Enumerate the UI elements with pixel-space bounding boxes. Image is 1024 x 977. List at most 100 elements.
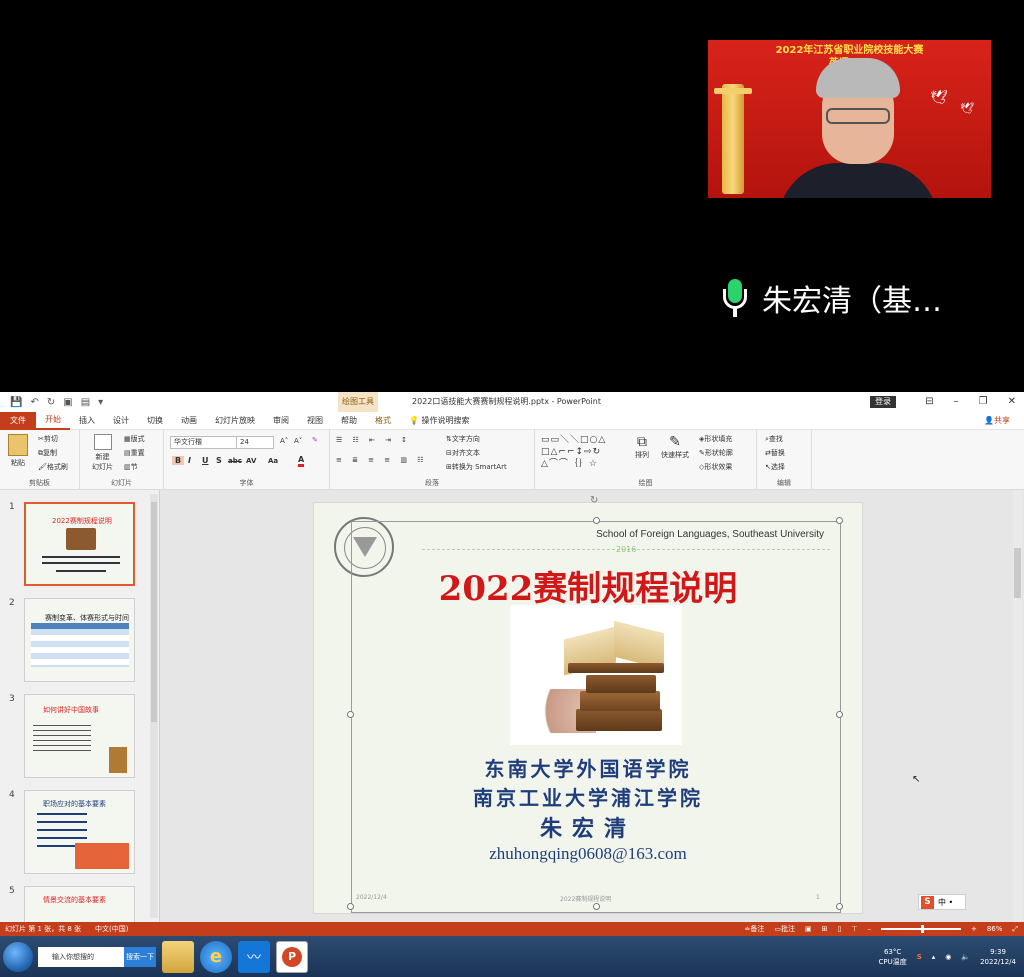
restore-icon[interactable]: ❐ <box>979 392 988 412</box>
slide-canvas[interactable]: School of Foreign Languages, Southeast U… <box>313 495 863 914</box>
new-slide-button[interactable]: 新建 幻灯片 <box>92 434 113 472</box>
customize-qat-icon[interactable]: ▾ <box>98 397 103 408</box>
find-button[interactable]: ⌕查找 <box>765 434 783 444</box>
language-indicator[interactable]: 中文(中国) <box>95 924 128 934</box>
tab-animations[interactable]: 动画 <box>172 412 206 430</box>
resize-handle[interactable] <box>836 517 843 524</box>
login-button[interactable]: 登录 <box>870 396 896 408</box>
resize-handle[interactable] <box>593 517 600 524</box>
close-icon[interactable]: ✕ <box>1008 392 1016 412</box>
select-button[interactable]: ↖选择 <box>765 462 785 472</box>
sorter-view-icon[interactable]: ⊞ <box>822 925 828 933</box>
share-button[interactable]: 👤共享 <box>984 415 1010 426</box>
slide-scrollbar[interactable] <box>1013 490 1022 922</box>
text-direction-button[interactable]: ⇅文字方向 <box>446 434 480 444</box>
slideshow-view-icon[interactable]: ⊤ <box>851 925 857 933</box>
shape-fill-button[interactable]: ◈形状填充 <box>699 434 732 444</box>
smartart-button[interactable]: ⊞转换为 SmartArt <box>446 462 507 472</box>
tab-file[interactable]: 文件 <box>0 411 36 430</box>
normal-view-icon[interactable]: ▣ <box>805 925 812 933</box>
zoom-level[interactable]: 86% <box>987 925 1003 933</box>
underline-icon[interactable]: U <box>202 456 209 465</box>
font-name-select[interactable]: 华文行楷 <box>170 436 238 449</box>
comments-button[interactable]: ▭批注 <box>774 924 795 934</box>
resize-handle[interactable] <box>836 903 843 910</box>
shapes-gallery[interactable]: ▭▭＼＼□○△ □△⌐⌐↕⇨↻ △⌒⌒｛｝☆ <box>541 434 606 470</box>
taskbar-clock[interactable]: 9:39 2022/12/4 <box>980 947 1016 967</box>
reset-button[interactable]: ▤重置 <box>124 448 145 458</box>
shape-effects-button[interactable]: ◇形状效果 <box>699 462 732 472</box>
shadow-icon[interactable]: S <box>216 456 222 465</box>
rotate-handle-icon[interactable]: ↻ <box>590 495 598 506</box>
zoom-in-icon[interactable]: + <box>971 925 977 933</box>
meeting-app-icon[interactable]: 〰 <box>238 940 270 973</box>
resize-handle[interactable] <box>593 903 600 910</box>
ribbon-display-icon[interactable]: ⊟ <box>925 392 933 412</box>
format-painter-button[interactable]: 🖌格式刷 <box>38 462 68 472</box>
decrease-font-icon[interactable]: A˅ <box>294 437 302 445</box>
notes-button[interactable]: ≐备注 <box>744 924 764 934</box>
ime-indicator[interactable]: S 中 • <box>918 894 966 910</box>
taskbar-search[interactable]: 输入你想搜的 搜索一下 <box>38 946 156 967</box>
tab-view[interactable]: 视图 <box>298 412 332 430</box>
cut-button[interactable]: ✂剪切 <box>38 434 58 444</box>
volume-icon[interactable]: 🔈 <box>961 953 970 961</box>
network-icon[interactable]: ◉ <box>945 953 951 961</box>
align-icons[interactable]: ≡ ≣ ≡ ≡ ▥ ☷ <box>336 456 427 464</box>
tab-slideshow[interactable]: 幻灯片放映 <box>206 412 264 430</box>
slide-thumbnail-2[interactable]: 赛制变革、体赛形式与时间分配 <box>24 598 135 682</box>
tab-review[interactable]: 审阅 <box>264 412 298 430</box>
layout-button[interactable]: ▦版式 <box>124 434 145 444</box>
windows-start-icon[interactable] <box>3 941 33 972</box>
slide-thumbnail-3[interactable]: 如何讲好中国故事 <box>24 694 135 778</box>
section-button[interactable]: ▥节 <box>124 462 138 472</box>
zoom-slider[interactable] <box>880 925 961 933</box>
align-text-button[interactable]: ⊟对齐文本 <box>446 448 480 458</box>
tab-insert[interactable]: 插入 <box>70 412 104 430</box>
change-case-icon[interactable]: Aa <box>268 457 278 465</box>
tab-format[interactable]: 格式 <box>366 412 400 430</box>
sogou-tray-icon[interactable]: S <box>917 953 922 961</box>
reading-view-icon[interactable]: ▯ <box>837 925 841 933</box>
bold-icon[interactable]: B <box>172 456 185 465</box>
resize-handle[interactable] <box>347 903 354 910</box>
redo-icon[interactable]: ↻ <box>47 397 55 408</box>
present-icon[interactable]: ▣ <box>63 397 72 408</box>
tab-help[interactable]: 帮助 <box>332 412 366 430</box>
resize-handle[interactable] <box>836 711 843 718</box>
shape-outline-button[interactable]: ✎形状轮廓 <box>699 448 733 458</box>
powerpoint-taskbar-icon[interactable]: P <box>276 940 308 973</box>
resize-handle[interactable] <box>347 711 354 718</box>
quick-styles-button[interactable]: ✎ 快速样式 <box>661 434 689 460</box>
font-color-icon[interactable]: A <box>298 455 305 467</box>
tab-home[interactable]: 开始 <box>36 412 70 430</box>
save-icon[interactable]: 💾 <box>10 397 22 408</box>
increase-font-icon[interactable]: A˄ <box>280 437 288 445</box>
zoom-out-icon[interactable]: – <box>867 925 871 933</box>
tab-transitions[interactable]: 切换 <box>138 412 172 430</box>
undo-icon[interactable]: ↶ <box>30 397 38 408</box>
char-spacing-icon[interactable]: AV <box>246 457 256 465</box>
bullet-list-icon[interactable]: ☰ ☷ ⇤ ⇥ ↕ <box>336 436 411 444</box>
search-button[interactable]: 搜索一下 <box>124 946 156 967</box>
slide-thumbnail-1[interactable]: 2022赛制规程说明 <box>24 502 135 586</box>
slide-thumbnail-5[interactable]: 情景交流的基本要素 <box>24 886 135 922</box>
speaker-video-tile[interactable]: 2022年江苏省职业院校技能大赛 英语口... 🕊 🕊 <box>708 40 991 198</box>
copy-button[interactable]: ⧉复制 <box>38 448 57 458</box>
clear-format-icon[interactable]: ✎ <box>312 436 318 444</box>
fit-slide-icon[interactable]: ⤢ <box>1012 925 1018 934</box>
cpu-temp-widget[interactable]: 63°C CPU温度 <box>878 947 906 967</box>
thumbnail-scrollbar[interactable] <box>150 494 158 918</box>
tray-expand-icon[interactable]: ▴ <box>932 953 936 961</box>
slide-thumbnail-4[interactable]: 职场应对的基本要素 <box>24 790 135 874</box>
italic-icon[interactable]: I <box>188 456 191 465</box>
strikethrough-icon[interactable]: abc <box>228 457 242 465</box>
tell-me-search[interactable]: 💡 操作说明搜索 <box>400 412 479 430</box>
tab-design[interactable]: 设计 <box>104 412 138 430</box>
font-size-select[interactable]: 24 <box>236 436 274 449</box>
internet-explorer-icon[interactable]: e <box>200 940 232 973</box>
start-slideshow-icon[interactable]: ▤ <box>81 397 90 408</box>
paste-button[interactable]: 粘贴 <box>8 434 28 468</box>
minimize-icon[interactable]: – <box>954 392 959 412</box>
arrange-button[interactable]: ⧉ 排列 <box>635 434 649 460</box>
